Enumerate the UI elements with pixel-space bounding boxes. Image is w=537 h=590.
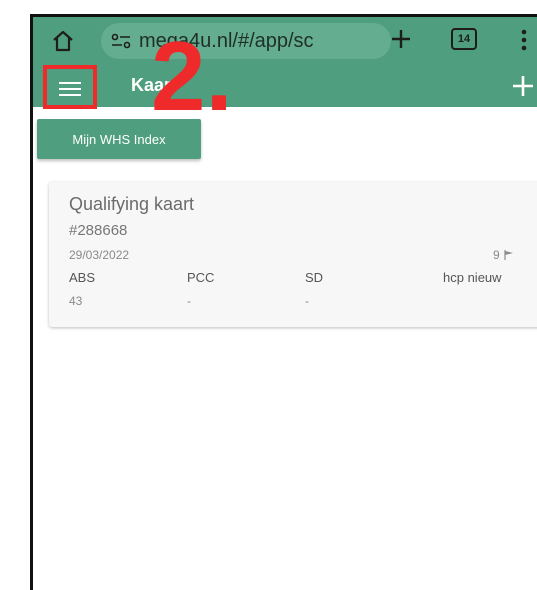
- home-icon[interactable]: [51, 29, 75, 53]
- col-label-abs: ABS: [69, 270, 96, 285]
- col-label-pcc: PCC: [187, 270, 215, 285]
- browser-toolbar: mega4u.nl/#/app/sc 14: [33, 17, 537, 65]
- tab-switcher-icon[interactable]: 14: [451, 28, 477, 50]
- card-date: 29/03/2022: [69, 248, 130, 262]
- address-bar[interactable]: mega4u.nl/#/app/sc: [101, 23, 391, 59]
- col-value-abs: 43: [69, 294, 83, 308]
- menu-icon[interactable]: [43, 65, 97, 109]
- whs-index-button[interactable]: Mijn WHS Index: [37, 119, 201, 159]
- app-header: Kaart: [33, 65, 537, 109]
- col-label-hcp-nieuw: hcp nieuw: [443, 270, 502, 285]
- flag-icon: [504, 250, 513, 260]
- holes-count-value: 9: [493, 248, 500, 262]
- col-value-pcc: -: [187, 294, 191, 308]
- scorecard-item[interactable]: Qualifying kaart #288668 29/03/2022 9 AB…: [49, 182, 537, 327]
- phone-screen: mega4u.nl/#/app/sc 14 Kaart 2. Mijn WHS …: [30, 14, 537, 590]
- card-title: Qualifying kaart: [69, 194, 195, 214]
- col-value-sd: -: [305, 294, 309, 308]
- site-settings-icon[interactable]: [111, 33, 131, 49]
- new-tab-icon[interactable]: [389, 27, 413, 51]
- more-options-icon[interactable]: [521, 28, 527, 52]
- holes-count: 9: [493, 248, 514, 262]
- card-id: #288668: [69, 222, 128, 239]
- step-annotation: 2.: [151, 21, 233, 131]
- col-label-sd: SD: [305, 270, 324, 285]
- add-icon[interactable]: [511, 74, 535, 98]
